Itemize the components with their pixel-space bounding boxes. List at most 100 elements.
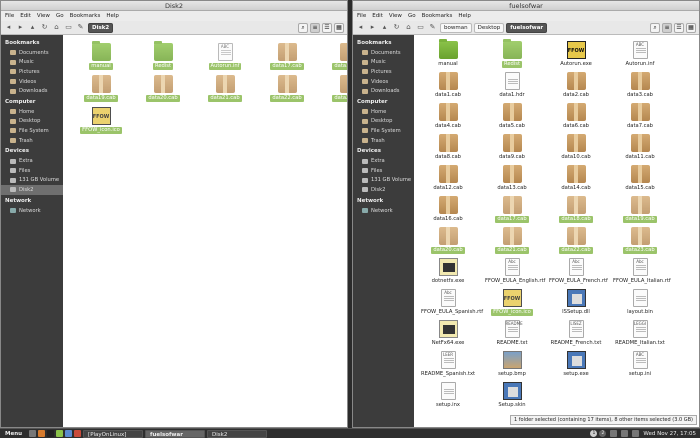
file-item-data13-cab[interactable]: data13.cab (482, 165, 542, 192)
sidebar-item-131-gb-volume[interactable]: 131 GB Volume (1, 176, 63, 186)
sidebar-item-trash[interactable]: Trash (353, 136, 414, 146)
battery-icon[interactable] (632, 430, 640, 437)
file-item-data3-cab[interactable]: data3.cab (610, 72, 670, 99)
terminal-launcher-icon[interactable] (47, 430, 55, 437)
file-item-readme-txt[interactable]: README README.txt (482, 320, 542, 347)
menu-go[interactable]: Go (408, 11, 416, 21)
menu-bookmarks[interactable]: Bookmarks (70, 11, 101, 21)
search-icon[interactable]: ⌕ (298, 22, 308, 33)
sidebar-item-files[interactable]: Files (1, 166, 63, 176)
toggle-path-icon[interactable]: ✎ (428, 23, 437, 32)
show-desktop-icon[interactable] (29, 430, 37, 437)
file-item-ffow-eula-italian-rtf[interactable]: Abc FFOW_EULA_Italian.rtf (610, 258, 671, 285)
file-item-ffow-eula-french-rtf[interactable]: Abc FFOW_EULA_French.rtf (546, 258, 608, 285)
sidebar-item-network[interactable]: Network (1, 206, 63, 216)
file-item-data14-cab[interactable]: data14.cab (546, 165, 606, 192)
file-item-setup-skin[interactable]: Setup.skin (482, 382, 542, 409)
file-item-manual[interactable]: manual (418, 39, 478, 68)
task-playonlinux[interactable]: [PlayOnLinux] (83, 429, 144, 438)
file-item-data1-hdr[interactable]: data1.hdr (482, 72, 542, 99)
file-item-dotnetfx-exe[interactable]: dotnetfx.exe (418, 258, 478, 285)
sidebar-item-file-system[interactable]: File System (353, 126, 414, 136)
sidebar-item-downloads[interactable]: Downloads (353, 86, 414, 96)
menu-view[interactable]: View (389, 11, 402, 21)
playonlinux-launcher-icon[interactable] (74, 430, 82, 437)
computer-icon[interactable]: ▭ (64, 23, 73, 32)
file-item-data8-cab[interactable]: data8.cab (418, 134, 478, 161)
sidebar-item-disk2[interactable]: Disk2 (353, 185, 414, 195)
computer-icon[interactable]: ▭ (416, 23, 425, 32)
icon-view-icon[interactable]: ≡ (662, 22, 672, 33)
file-item-autorun-inf[interactable]: ABC Autorun.inf (195, 43, 255, 70)
file-item-layout-bin[interactable]: layout.bin (610, 289, 670, 316)
file-item-setup-exe[interactable]: setup.exe (546, 351, 606, 378)
file-item-data10-cab[interactable]: data10.cab (546, 134, 606, 161)
file-item-data5-cab[interactable]: data5.cab (482, 103, 542, 130)
file-item-data17-cab[interactable]: data17.cab (482, 196, 542, 223)
file-item-ffow-eula-english-rtf[interactable]: Abc FFOW_EULA_English.rtf (482, 258, 545, 285)
sidebar-item-extra[interactable]: Extra (1, 156, 63, 166)
file-item-autorun-exe[interactable]: FFOW Autorun.exe (546, 41, 606, 68)
file-item-autorun-inf[interactable]: ABC Autorun.inf (610, 41, 670, 68)
file-item-setup-bmp[interactable]: setup.bmp (482, 351, 542, 378)
sidebar-item-files[interactable]: Files (353, 166, 414, 176)
file-item-data18-cab[interactable]: data18.cab (546, 196, 606, 223)
sidebar-item-music[interactable]: Music (1, 58, 63, 68)
file-item-data21-cab[interactable]: data21.cab (195, 75, 255, 102)
menu-edit[interactable]: Edit (20, 11, 31, 21)
clock[interactable]: Wed Nov 27, 17:05 (643, 431, 696, 437)
sidebar-item-disk2[interactable]: Disk2 (1, 185, 63, 195)
menu-edit[interactable]: Edit (372, 11, 383, 21)
menu-go[interactable]: Go (56, 11, 64, 21)
breadcrumb-fuelsofwar[interactable]: fuelsofwar (506, 22, 548, 33)
file-item-ffow-icon-ico[interactable]: FFOW FFOW_icon.ico (482, 289, 542, 316)
file-item-data21-cab[interactable]: data21.cab (482, 227, 542, 254)
back-icon[interactable]: ◂ (356, 23, 365, 32)
sidebar-item-documents[interactable]: Documents (353, 48, 414, 58)
menu-file[interactable]: File (357, 11, 366, 21)
sidebar-item-desktop[interactable]: Desktop (1, 117, 63, 127)
file-item-manual[interactable]: manual (71, 41, 131, 70)
file-item-ffow-icon-ico[interactable]: FFOW FFOW_icon.ico (71, 107, 131, 134)
file-item-setup-inx[interactable]: setup.inx (418, 382, 478, 409)
sidebar-item-videos[interactable]: Videos (1, 77, 63, 87)
file-view[interactable]: manual Redist FFOW Autorun.exe ABC Autorun.in… (414, 35, 699, 427)
sidebar-item-trash[interactable]: Trash (1, 136, 63, 146)
home-icon[interactable]: ⌂ (52, 23, 61, 32)
menu-bookmarks[interactable]: Bookmarks (422, 11, 453, 21)
task-disk2[interactable]: Disk2 (207, 429, 268, 438)
menu-help[interactable]: Help (458, 11, 471, 21)
compact-view-icon[interactable]: ▦ (334, 22, 344, 33)
file-view[interactable]: manual Redist ABC Autorun.inf data17.cab data… (63, 35, 347, 427)
forward-icon[interactable]: ▸ (16, 23, 25, 32)
file-item-setup-ini[interactable]: ABC setup.ini (610, 351, 670, 378)
home-icon[interactable]: ⌂ (404, 23, 413, 32)
sidebar-item-131-gb-volume[interactable]: 131 GB Volume (353, 176, 414, 186)
reload-icon[interactable]: ↻ (392, 23, 401, 32)
file-item-data19-cab[interactable]: data19.cab (610, 196, 670, 223)
up-icon[interactable]: ▴ (380, 23, 389, 32)
sidebar-item-downloads[interactable]: Downloads (1, 86, 63, 96)
window-title[interactable]: Disk2 (1, 1, 347, 11)
file-item-redist[interactable]: Redist (482, 39, 542, 68)
sidebar-item-pictures[interactable]: Pictures (353, 67, 414, 77)
file-item-data23-cab[interactable]: data23.cab (610, 227, 670, 254)
breadcrumb-desktop[interactable]: Desktop (473, 22, 505, 33)
breadcrumb-bowman[interactable]: bowman (440, 22, 472, 33)
sidebar-item-desktop[interactable]: Desktop (353, 117, 414, 127)
file-item-data22-cab[interactable]: data22.cab (257, 75, 317, 102)
sidebar-item-extra[interactable]: Extra (353, 156, 414, 166)
sidebar-item-file-system[interactable]: File System (1, 126, 63, 136)
toggle-path-icon[interactable]: ✎ (76, 23, 85, 32)
menu-help[interactable]: Help (106, 11, 119, 21)
reload-icon[interactable]: ↻ (40, 23, 49, 32)
file-item-data18-cab[interactable]: data18.cab (319, 43, 347, 70)
file-item-data11-cab[interactable]: data11.cab (610, 134, 670, 161)
file-item-data1-cab[interactable]: data1.cab (418, 72, 478, 99)
up-icon[interactable]: ▴ (28, 23, 37, 32)
file-item-redist[interactable]: Redist (133, 41, 193, 70)
back-icon[interactable]: ◂ (4, 23, 13, 32)
sidebar-item-videos[interactable]: Videos (353, 77, 414, 87)
window-title[interactable]: fuelsofwar (353, 1, 699, 11)
menu-view[interactable]: View (37, 11, 50, 21)
